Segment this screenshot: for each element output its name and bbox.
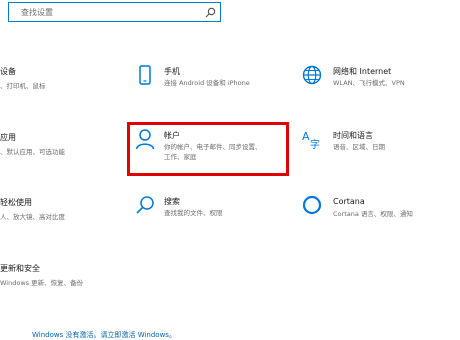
svg-text:字: 字	[310, 138, 320, 150]
globe-icon	[302, 65, 322, 85]
tile-update-title: 更新和安全	[0, 264, 40, 273]
tile-network-desc: WLAN、飞行模式、VPN	[333, 79, 405, 87]
tile-network-title: 网络和 Internet	[333, 67, 392, 76]
tile-cortana-title: Cortana	[333, 197, 365, 206]
svg-text:A: A	[302, 130, 310, 143]
search-icon	[205, 7, 216, 18]
tile-apps-title: 应用	[0, 133, 16, 142]
tile-cortana-desc: Cortana 语言、权限、通知	[333, 210, 413, 218]
tile-devices-title: 设备	[0, 67, 16, 76]
tile-update-desc: Windows 更新、恢复、备份	[0, 279, 84, 287]
tile-search-desc: 查找我的文件、权限	[164, 209, 223, 217]
phone-icon	[139, 65, 151, 85]
search-placeholder: 查找设置	[21, 8, 53, 17]
tile-time-title: 时间和语言	[333, 131, 373, 140]
tile-ease-title: 轻松使用	[0, 198, 32, 207]
tile-ease-desc: 人、放大镜、高对比度	[0, 213, 65, 221]
language-icon: A 字	[302, 130, 320, 150]
tile-phone-title: 手机	[164, 67, 180, 76]
tile-apps-desc: 、默认应用、可选功能	[0, 148, 65, 156]
highlight-box	[127, 122, 289, 176]
settings-search-box[interactable]: 查找设置	[8, 2, 221, 22]
tile-phone-desc: 连接 Android 设备和 iPhone	[164, 79, 250, 87]
tile-time-desc: 语音、区域、日期	[333, 143, 385, 151]
tile-search-title: 搜索	[164, 197, 180, 206]
search-icon	[136, 196, 154, 214]
cortana-icon	[302, 195, 322, 215]
tile-devices-desc: 、打印机、鼠标	[0, 82, 46, 90]
